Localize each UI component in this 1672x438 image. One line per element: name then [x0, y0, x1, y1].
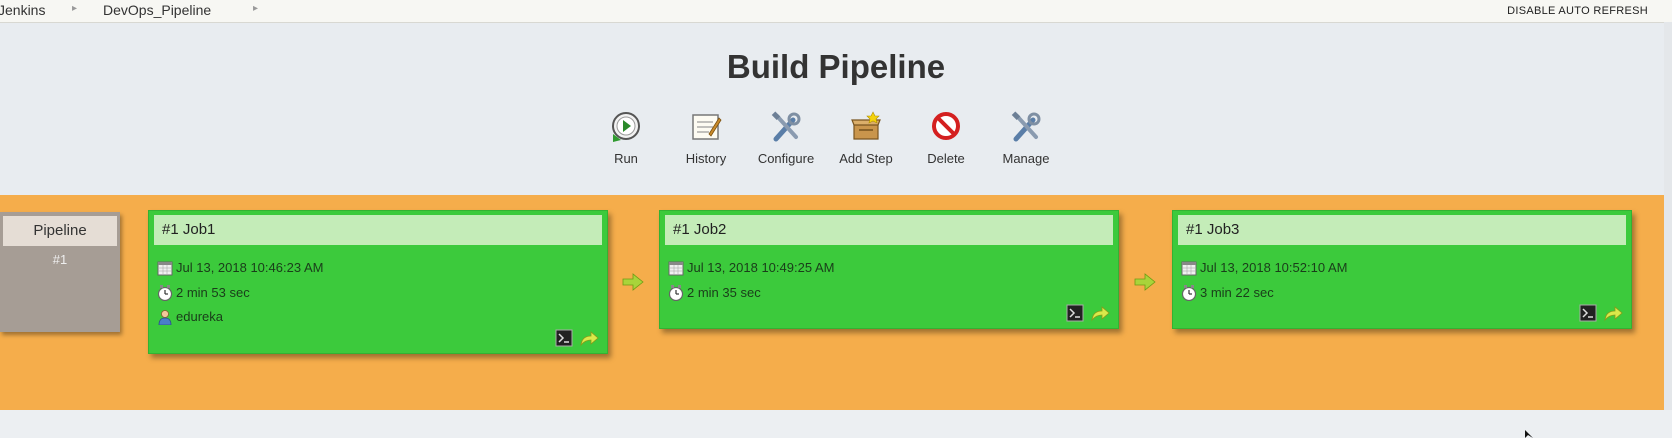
page-footer-area — [0, 410, 1672, 438]
next-arrow-icon — [622, 273, 644, 291]
console-icon[interactable] — [1066, 304, 1084, 322]
breadcrumb-devops-pipeline[interactable]: DevOps_Pipeline — [103, 2, 211, 18]
breadcrumb-jenkins[interactable]: Jenkins — [0, 2, 45, 18]
clock-icon — [668, 285, 684, 301]
job-duration: 2 min 53 sec — [176, 285, 250, 300]
console-icon[interactable] — [555, 329, 573, 347]
history-icon — [692, 114, 722, 140]
job-date: Jul 13, 2018 10:49:25 AM — [687, 260, 835, 275]
job-actions — [1066, 304, 1110, 322]
add-step-icon — [851, 111, 881, 140]
rerun-icon[interactable] — [1090, 304, 1110, 322]
add-step-label: Add Step — [839, 151, 893, 166]
pipeline-box[interactable]: Pipeline #1 — [0, 212, 120, 332]
job-card-job1: #1 Job1 Jul 13, 2018 10:46:23 AM 2 min 5… — [148, 210, 608, 354]
rerun-icon[interactable] — [579, 329, 599, 347]
history-button[interactable]: History — [666, 110, 746, 166]
delete-label: Delete — [927, 151, 965, 166]
job-actions — [555, 329, 599, 347]
breadcrumb-separator-icon[interactable]: ▸ — [253, 3, 258, 14]
job-date: Jul 13, 2018 10:46:23 AM — [176, 260, 324, 275]
job-title[interactable]: #1 Job1 — [154, 215, 602, 245]
job-date: Jul 13, 2018 10:52:10 AM — [1200, 260, 1348, 275]
mouse-cursor-icon — [1525, 430, 1533, 438]
run-label: Run — [614, 151, 638, 166]
add-step-button[interactable]: Add Step — [826, 110, 906, 166]
job-duration: 2 min 35 sec — [687, 285, 761, 300]
pipeline-label: Pipeline — [3, 216, 117, 246]
clock-icon — [1181, 285, 1197, 301]
delete-button[interactable]: Delete — [906, 110, 986, 166]
pipeline-area: Pipeline #1 #1 Job1 Jul 13, 2018 10:46:2… — [0, 195, 1664, 410]
top-bar: Jenkins ▸ DevOps_Pipeline ▸ DISABLE AUTO… — [0, 0, 1672, 23]
configure-label: Configure — [757, 151, 815, 166]
job-card-job3: #1 Job3 Jul 13, 2018 10:52:10 AM 3 min 2… — [1172, 210, 1632, 329]
manage-button[interactable]: Manage — [986, 110, 1066, 166]
clock-icon — [157, 285, 173, 301]
pipeline-number[interactable]: #1 — [0, 252, 120, 267]
rerun-icon[interactable] — [1603, 304, 1623, 322]
run-button[interactable]: Run — [586, 110, 666, 166]
manage-icon — [1011, 111, 1041, 142]
job-duration: 3 min 22 sec — [1200, 285, 1274, 300]
job-title[interactable]: #1 Job3 — [1178, 215, 1626, 245]
manage-label: Manage — [1002, 151, 1050, 166]
configure-icon — [771, 111, 801, 142]
history-label: History — [685, 151, 727, 166]
breadcrumb-separator-icon: ▸ — [72, 3, 78, 14]
job-user[interactable]: edureka — [176, 308, 223, 326]
calendar-icon — [157, 261, 173, 276]
calendar-icon — [1181, 261, 1197, 276]
console-icon[interactable] — [1579, 304, 1597, 322]
job-card-job2: #1 Job2 Jul 13, 2018 10:49:25 AM 2 min 3… — [659, 210, 1119, 329]
delete-icon — [932, 112, 960, 140]
next-arrow-icon — [1134, 273, 1156, 291]
run-icon — [612, 112, 640, 142]
job-actions — [1579, 304, 1623, 322]
job-title[interactable]: #1 Job2 — [665, 215, 1113, 245]
disable-auto-refresh-link[interactable]: DISABLE AUTO REFRESH — [1507, 5, 1648, 17]
user-icon — [158, 310, 172, 325]
configure-button[interactable]: Configure — [746, 110, 826, 166]
calendar-icon — [668, 261, 684, 276]
page-title: Build Pipeline — [726, 48, 946, 85]
